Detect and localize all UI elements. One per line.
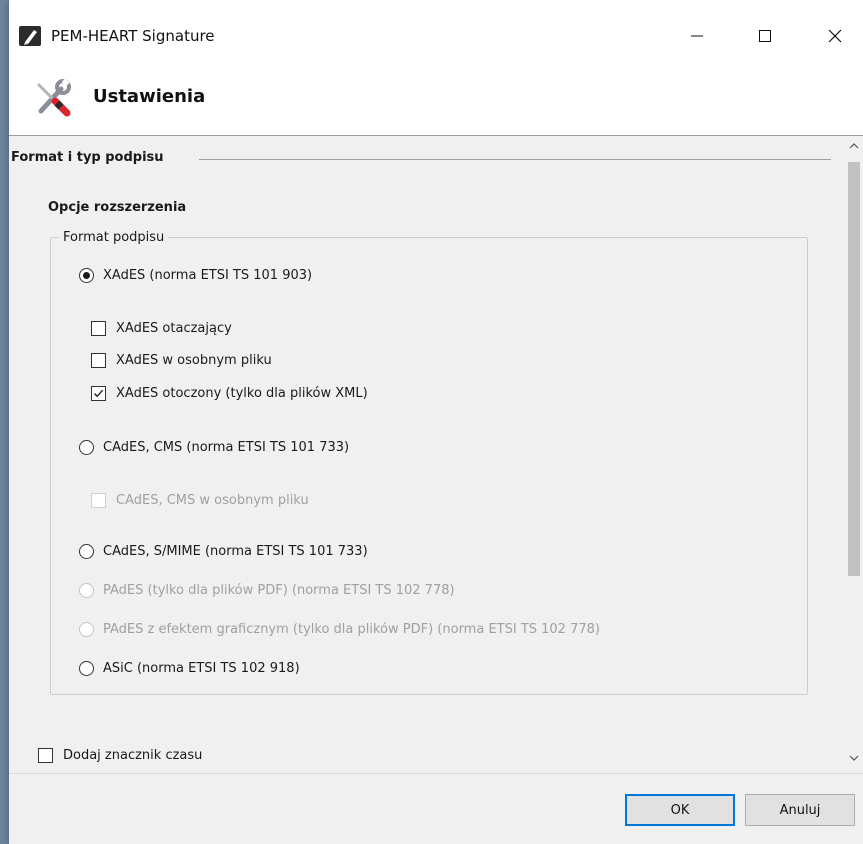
cades-smime-radio[interactable]: CAdES, S/MIME (norma ETSI TS 101 733) [79, 540, 368, 562]
checkbox-unchecked-icon [91, 352, 106, 368]
radio-selected-icon [79, 267, 94, 283]
scroll-thumb[interactable] [848, 162, 860, 576]
xades-radio-label: XAdES (norma ETSI TS 101 903) [103, 267, 313, 283]
radio-disabled-icon [79, 621, 94, 637]
cades-cms-radio-label: CAdES, CMS (norma ETSI TS 101 733) [103, 439, 350, 455]
pades-graphic-radio: PAdES z efektem graficznym (tylko dla pl… [79, 618, 600, 640]
checkbox-unchecked-icon [91, 320, 106, 336]
pades-radio: PAdES (tylko dla plików PDF) (norma ETSI… [79, 579, 455, 601]
xades-enveloping-checkbox[interactable]: XAdES otaczający [91, 317, 232, 339]
settings-window: PEM-HEART Signature Ustawienia Format i … [9, 0, 863, 844]
pades-graphic-radio-label: PAdES z efektem graficznym (tylko dla pl… [103, 621, 600, 637]
checkmark-icon [91, 385, 106, 401]
dialog-footer: OK Anuluj [9, 773, 863, 844]
minimize-icon [691, 35, 703, 37]
close-button[interactable] [812, 14, 858, 58]
close-icon [828, 29, 842, 43]
extension-options-title: Opcje rozszerzenia [48, 200, 187, 215]
timestamp-label: Dodaj znacznik czasu [63, 747, 203, 763]
radio-unselected-icon [79, 543, 94, 559]
ok-button[interactable]: OK [625, 794, 735, 826]
signature-format-group-label: Format podpisu [59, 230, 169, 245]
pades-radio-label: PAdES (tylko dla plików PDF) (norma ETSI… [103, 582, 455, 598]
maximize-icon [759, 30, 771, 42]
section-divider [199, 159, 831, 160]
xades-detached-label: XAdES w osobnym pliku [116, 352, 272, 368]
checkbox-unchecked-icon [38, 747, 53, 763]
timestamp-checkbox[interactable]: Dodaj znacznik czasu [38, 744, 202, 766]
cades-cms-detached-checkbox: CAdES, CMS w osobnym pliku [91, 489, 309, 511]
cades-cms-detached-label: CAdES, CMS w osobnym pliku [116, 492, 309, 508]
settings-content: Format i typ podpisu Opcje rozszerzenia … [9, 136, 863, 773]
page-title: Ustawienia [93, 86, 206, 107]
scroll-down-button[interactable] [845, 748, 863, 768]
window-title: PEM-HEART Signature [51, 27, 215, 45]
scroll-up-button[interactable] [845, 136, 863, 156]
minimize-button[interactable] [674, 14, 720, 58]
radio-unselected-icon [79, 439, 94, 455]
xades-enveloping-label: XAdES otaczający [116, 320, 232, 336]
checkbox-disabled-icon [91, 492, 106, 508]
asic-radio[interactable]: ASiC (norma ETSI TS 102 918) [79, 657, 300, 679]
radio-disabled-icon [79, 582, 94, 598]
cades-cms-radio[interactable]: CAdES, CMS (norma ETSI TS 101 733) [79, 436, 349, 458]
xades-detached-checkbox[interactable]: XAdES w osobnym pliku [91, 349, 272, 371]
xades-enveloped-label: XAdES otoczony (tylko dla plików XML) [116, 385, 368, 401]
title-bar: PEM-HEART Signature [9, 0, 863, 72]
section-title: Format i typ podpisu [11, 150, 170, 165]
dialog-header: Ustawienia [9, 72, 863, 136]
cades-smime-radio-label: CAdES, S/MIME (norma ETSI TS 101 733) [103, 543, 368, 559]
asic-radio-label: ASiC (norma ETSI TS 102 918) [103, 660, 300, 676]
maximize-button[interactable] [742, 14, 788, 58]
pen-icon [19, 26, 41, 46]
chevron-down-icon [849, 755, 859, 761]
chevron-up-icon [849, 143, 859, 149]
xades-radio[interactable]: XAdES (norma ETSI TS 101 903) [79, 264, 312, 286]
vertical-scrollbar[interactable] [845, 136, 863, 773]
cancel-button[interactable]: Anuluj [745, 794, 855, 826]
radio-unselected-icon [79, 660, 94, 676]
xades-enveloped-checkbox[interactable]: XAdES otoczony (tylko dla plików XML) [91, 382, 368, 404]
tools-icon [31, 77, 75, 121]
